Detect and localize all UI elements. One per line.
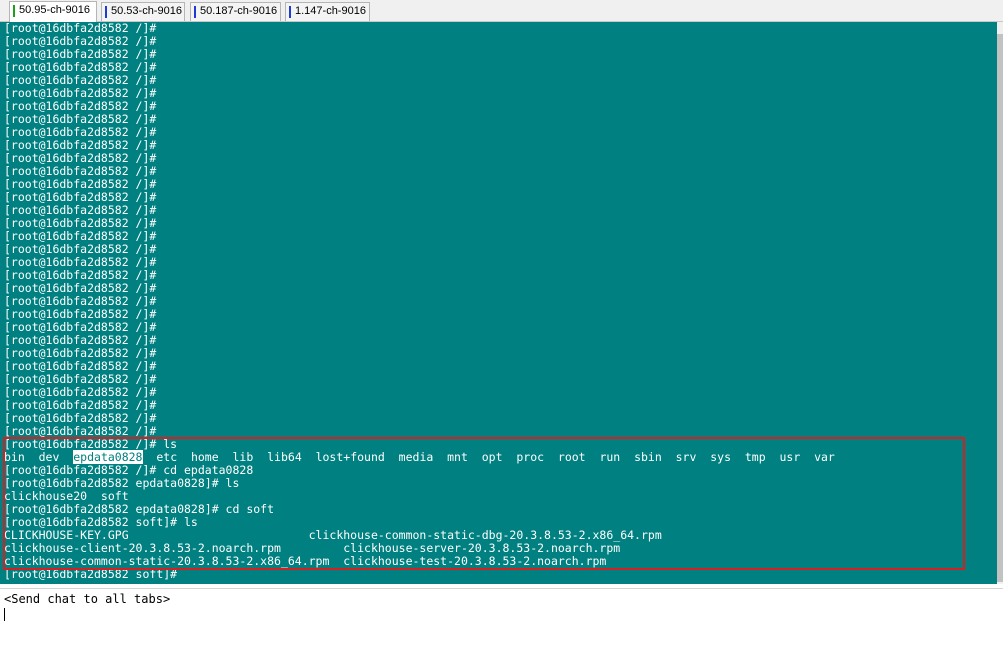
chat-input-area[interactable]: <Send chat to all tabs> (0, 588, 1003, 649)
tab-status-marker (289, 6, 291, 18)
selected-directory[interactable]: epdata0828 (73, 450, 143, 464)
session-tab-bar: 50.95-ch-9016 50.53-ch-9016 50.187-ch-9016… (0, 0, 1003, 22)
tab-50.187-ch-9016[interactable]: 50.187-ch-9016 (190, 2, 281, 21)
terminal-output: [root@16dbfa2d8582 /]# [root@16dbfa2d8582… (4, 22, 835, 581)
chat-placeholder: <Send chat to all tabs> (4, 592, 171, 606)
text-caret (4, 608, 5, 621)
command-line: [root@16dbfa2d8582 epdata0828]# ls (4, 476, 240, 490)
tab-status-marker (194, 6, 196, 18)
terminal-window[interactable]: [root@16dbfa2d8582 /]# [root@16dbfa2d8582… (0, 22, 997, 584)
scrollbar-thumb[interactable] (997, 34, 1003, 582)
tab-50.53-ch-9016[interactable]: 50.53-ch-9016 (101, 2, 185, 21)
tab-label: 50.95-ch-9016 (19, 4, 90, 16)
ls-output-text: etc home lib lib64 lost+found media mnt … (142, 450, 835, 464)
current-prompt: [root@16dbfa2d8582 soft]# (4, 567, 178, 581)
tab-label: 1.147-ch-9016 (295, 5, 366, 17)
tab-status-marker (105, 6, 107, 18)
tab-status-marker (13, 5, 15, 17)
ls-output-text: bin dev (4, 450, 74, 464)
tab-1.147-ch-9016[interactable]: 1.147-ch-9016 (285, 2, 370, 21)
tab-50.95-ch-9016[interactable]: 50.95-ch-9016 (9, 1, 97, 22)
tab-label: 50.187-ch-9016 (200, 5, 278, 17)
terminal-scrollbar[interactable] (997, 22, 1003, 584)
tab-label: 50.53-ch-9016 (111, 5, 182, 17)
